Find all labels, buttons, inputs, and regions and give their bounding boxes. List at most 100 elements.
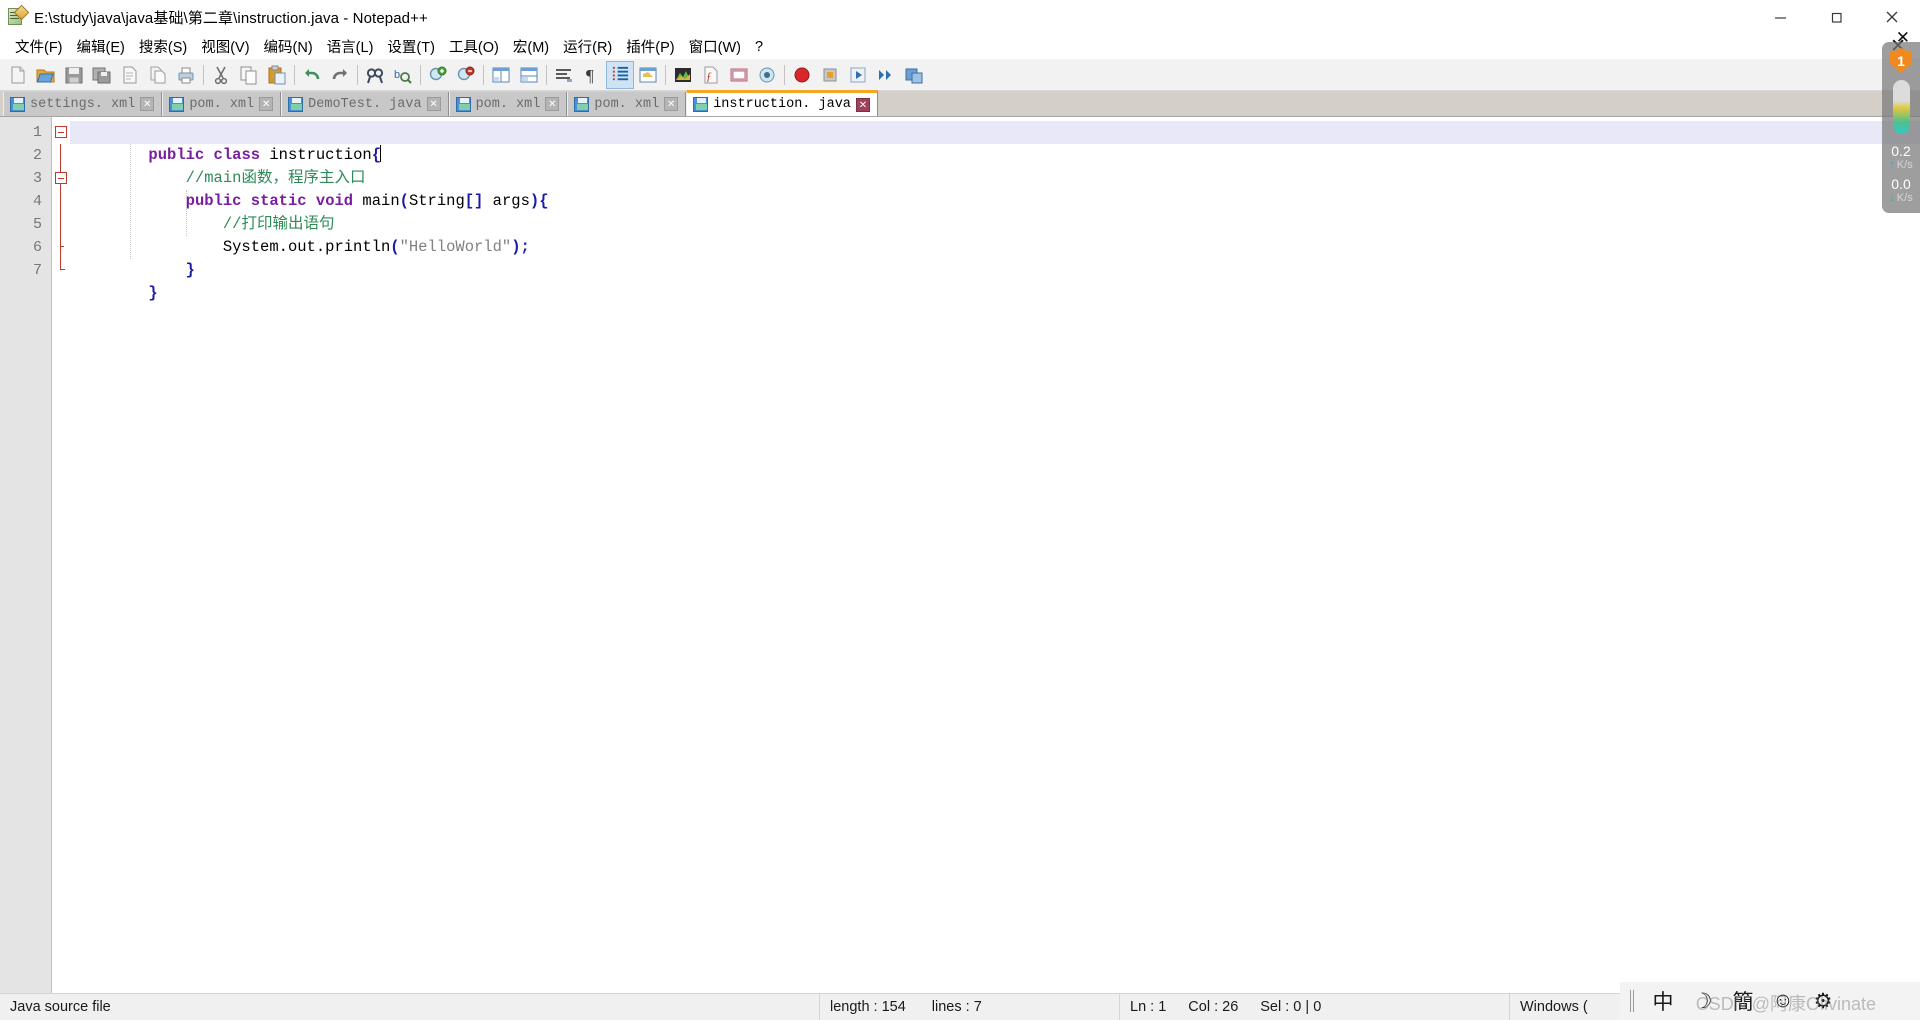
find-icon[interactable] bbox=[361, 61, 389, 89]
token-type: String bbox=[408, 192, 465, 210]
close-file-icon[interactable] bbox=[116, 61, 144, 89]
folder-as-workspace-icon[interactable] bbox=[725, 61, 753, 89]
menu-plugins[interactable]: 插件(P) bbox=[619, 34, 681, 59]
show-doc-map-icon[interactable] bbox=[669, 61, 697, 89]
token-keyword: public bbox=[185, 192, 242, 210]
token-string: "HelloWorld" bbox=[399, 238, 512, 256]
menu-settings[interactable]: 设置(T) bbox=[380, 34, 442, 59]
status-lines: lines : 7 bbox=[931, 999, 982, 1015]
token-identifier: main bbox=[353, 192, 400, 210]
fast-play-macro-icon[interactable] bbox=[872, 61, 900, 89]
menu-macro[interactable]: 宏(M) bbox=[506, 34, 556, 59]
open-file-icon[interactable] bbox=[32, 61, 60, 89]
tab-pom-xml-3[interactable]: pom. xml ✕ bbox=[567, 92, 687, 116]
memory-gauge-icon bbox=[1892, 80, 1910, 134]
token-bracket: ( bbox=[390, 238, 400, 256]
security-shield-icon[interactable]: 1 bbox=[1890, 48, 1912, 73]
menu-view[interactable]: 视图(V) bbox=[194, 34, 256, 59]
tool-bar: b ¶ ƒ bbox=[0, 59, 1920, 91]
stop-macro-icon[interactable] bbox=[816, 61, 844, 89]
maximize-button[interactable] bbox=[1808, 0, 1864, 34]
sync-horizontal-icon[interactable] bbox=[515, 61, 543, 89]
close-all-icon[interactable] bbox=[144, 61, 172, 89]
line-number: 4 bbox=[32, 193, 42, 210]
indent-guide-icon[interactable] bbox=[606, 60, 634, 89]
minimize-button[interactable] bbox=[1752, 0, 1808, 34]
fold-line-6 bbox=[52, 236, 70, 259]
menu-encoding[interactable]: 编码(N) bbox=[257, 34, 320, 59]
toolbar-separator bbox=[662, 63, 669, 87]
status-length: length : 154 bbox=[830, 999, 906, 1015]
code-content[interactable]: public class instruction{ //main函数，程序主入口… bbox=[70, 117, 1920, 993]
download-speed: 0.0 ↓ K/s bbox=[1889, 176, 1912, 205]
show-all-chars-icon[interactable]: ¶ bbox=[578, 61, 606, 89]
editor-area[interactable]: 1 2 3 4 5 6 7 public class instruction{ bbox=[0, 117, 1920, 993]
record-macro-icon[interactable] bbox=[788, 61, 816, 89]
close-button[interactable] bbox=[1864, 0, 1920, 34]
token-bracket: ( bbox=[399, 192, 409, 210]
toolbar-separator bbox=[480, 63, 487, 87]
fold-toggle-line-1[interactable] bbox=[52, 121, 70, 144]
menu-window[interactable]: 窗口(W) bbox=[682, 34, 748, 59]
save-all-icon[interactable] bbox=[88, 61, 116, 89]
code-line-7[interactable]: } bbox=[70, 259, 1920, 302]
tab-instruction-java[interactable]: instruction. java ✕ bbox=[686, 90, 878, 116]
upload-value: 0.2 bbox=[1891, 143, 1911, 159]
fold-toggle-line-3[interactable] bbox=[52, 167, 70, 190]
menu-help[interactable]: ? bbox=[748, 37, 770, 57]
redo-icon[interactable] bbox=[326, 61, 354, 89]
tab-close-icon[interactable]: ✕ bbox=[545, 97, 560, 111]
undo-icon[interactable] bbox=[298, 61, 326, 89]
status-col: Col : 26 bbox=[1188, 999, 1239, 1015]
save-icon[interactable] bbox=[60, 61, 88, 89]
monitoring-icon[interactable] bbox=[753, 61, 781, 89]
menu-search[interactable]: 搜索(S) bbox=[132, 34, 194, 59]
function-list-icon[interactable]: ƒ bbox=[697, 61, 725, 89]
menu-language[interactable]: 语言(L) bbox=[320, 34, 381, 59]
tab-settings-xml[interactable]: settings. xml ✕ bbox=[3, 92, 163, 116]
paste-icon[interactable] bbox=[263, 61, 291, 89]
token-brace: } bbox=[148, 284, 158, 302]
ui-user-defined-dialog-icon[interactable] bbox=[634, 61, 662, 89]
sync-vertical-icon[interactable] bbox=[487, 61, 515, 89]
tab-close-icon[interactable]: ✕ bbox=[426, 97, 441, 111]
token-bracket: [] bbox=[464, 192, 484, 210]
fold-end-line-7 bbox=[52, 259, 70, 282]
ime-settings-icon[interactable]: ⚙ bbox=[1810, 984, 1836, 1018]
token-expression: System.out.println bbox=[148, 238, 391, 256]
zoom-out-icon[interactable] bbox=[452, 61, 480, 89]
tab-close-icon[interactable]: ✕ bbox=[259, 97, 274, 111]
save-state-icon bbox=[455, 96, 471, 112]
cut-icon[interactable] bbox=[207, 61, 235, 89]
menu-tools[interactable]: 工具(O) bbox=[442, 34, 506, 59]
network-speed-widget[interactable]: 1 0.2 ↑ K/s 0.0 ↓ K/s bbox=[1882, 42, 1920, 213]
print-icon[interactable] bbox=[172, 61, 200, 89]
tab-close-icon[interactable]: ✕ bbox=[855, 97, 870, 112]
replace-icon[interactable]: b bbox=[389, 61, 417, 89]
emoji-icon[interactable]: ☺ bbox=[1770, 984, 1796, 1018]
traditional-simplified-icon[interactable]: 簡 bbox=[1730, 984, 1756, 1018]
save-macro-icon[interactable] bbox=[900, 61, 928, 89]
code-line-5[interactable]: System.out.println("HelloWorld"); bbox=[70, 213, 1920, 256]
menu-edit[interactable]: 编辑(E) bbox=[70, 34, 132, 59]
menu-run[interactable]: 运行(R) bbox=[556, 34, 619, 59]
new-file-icon[interactable] bbox=[4, 61, 32, 89]
tab-close-icon[interactable]: ✕ bbox=[140, 97, 155, 111]
code-line-1[interactable]: public class instruction{ bbox=[70, 121, 1920, 164]
menu-file[interactable]: 文件(F) bbox=[8, 34, 70, 59]
ime-chinese-icon[interactable]: 中 bbox=[1650, 984, 1676, 1018]
tab-pom-xml-2[interactable]: pom. xml ✕ bbox=[448, 92, 568, 116]
token-bracket: ) bbox=[511, 238, 521, 256]
drag-grip-icon[interactable] bbox=[1630, 990, 1636, 1012]
tab-demotest-java[interactable]: DemoTest. java ✕ bbox=[281, 92, 449, 116]
ime-tray-overlay: 中 ☽ 簡 ☺ ⚙ bbox=[1620, 982, 1920, 1020]
tab-close-icon[interactable]: ✕ bbox=[664, 97, 679, 111]
copy-icon[interactable] bbox=[235, 61, 263, 89]
tab-bar: settings. xml ✕ pom. xml ✕ DemoTest. jav… bbox=[0, 90, 1920, 117]
tab-pom-xml-1[interactable]: pom. xml ✕ bbox=[162, 92, 282, 116]
play-macro-icon[interactable] bbox=[844, 61, 872, 89]
zoom-in-icon[interactable] bbox=[424, 61, 452, 89]
fold-margin[interactable] bbox=[52, 117, 70, 993]
moon-mode-icon[interactable]: ☽ bbox=[1690, 984, 1716, 1018]
word-wrap-icon[interactable] bbox=[550, 61, 578, 89]
